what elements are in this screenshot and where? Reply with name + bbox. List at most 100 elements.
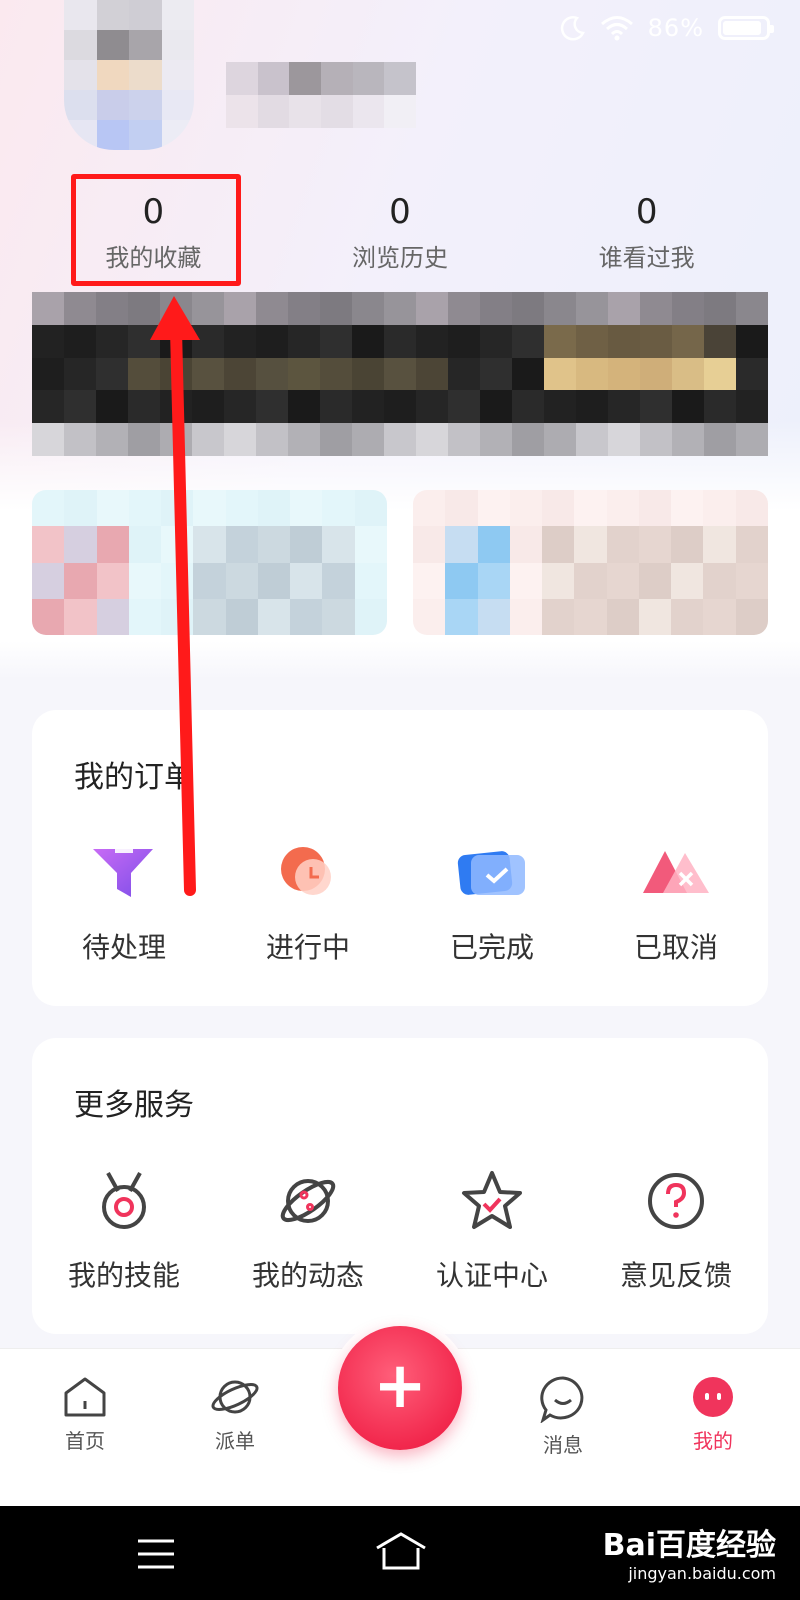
service-verification[interactable]: 认证中心 bbox=[400, 1166, 584, 1294]
tab-dispatch[interactable]: 派单 bbox=[185, 1375, 285, 1454]
mosaic-pixel bbox=[416, 423, 448, 456]
mosaic-pixel bbox=[96, 423, 128, 456]
order-completed[interactable]: 已完成 bbox=[400, 838, 584, 966]
mosaic-pixel bbox=[576, 324, 608, 358]
mosaic-pixel bbox=[320, 357, 352, 391]
battery-icon bbox=[718, 16, 774, 40]
order-cancelled[interactable]: 已取消 bbox=[584, 838, 768, 966]
mosaic-pixel bbox=[608, 357, 640, 391]
mosaic-pixel bbox=[32, 292, 64, 325]
battery-percent: 86% bbox=[647, 14, 704, 42]
username bbox=[226, 62, 416, 128]
mosaic-pixel bbox=[544, 292, 576, 325]
service-moments[interactable]: 我的动态 bbox=[216, 1166, 400, 1294]
tab-profile[interactable]: 我的 bbox=[663, 1375, 763, 1454]
promo-banner[interactable] bbox=[32, 292, 768, 456]
mosaic-pixel bbox=[576, 292, 608, 325]
mosaic-pixel bbox=[606, 526, 639, 563]
mosaic-pixel bbox=[416, 292, 448, 325]
service-skills[interactable]: 我的技能 bbox=[32, 1166, 216, 1294]
services-title: 更多服务 bbox=[74, 1088, 194, 1123]
mosaic-pixel bbox=[477, 562, 510, 599]
mosaic-pixel bbox=[448, 357, 480, 391]
stats-row: 0 我的收藏 0 浏览历史 0 谁看过我 bbox=[30, 190, 770, 280]
mosaic-pixel bbox=[416, 324, 448, 358]
mosaic-pixel bbox=[96, 598, 129, 635]
mosaic-pixel bbox=[542, 526, 575, 563]
chat-icon bbox=[540, 1376, 584, 1423]
order-in-progress[interactable]: 进行中 bbox=[216, 838, 400, 966]
mosaic-pixel bbox=[544, 390, 576, 424]
mosaic-pixel bbox=[704, 423, 736, 456]
promo-tile-left[interactable] bbox=[32, 490, 387, 635]
mosaic-pixel bbox=[606, 562, 639, 599]
question-icon bbox=[641, 1166, 711, 1236]
mosaic-pixel bbox=[574, 526, 607, 563]
visitors-stat[interactable]: 0 谁看过我 bbox=[562, 190, 732, 280]
mosaic-pixel bbox=[672, 292, 704, 325]
mosaic-pixel bbox=[608, 292, 640, 325]
visitors-count: 0 bbox=[635, 192, 658, 232]
mosaic-pixel bbox=[640, 357, 672, 391]
service-feedback[interactable]: 意见反馈 bbox=[584, 1166, 768, 1294]
mosaic-pixel bbox=[480, 390, 512, 424]
mosaic-pixel bbox=[128, 390, 160, 424]
history-stat[interactable]: 0 浏览历史 bbox=[315, 190, 485, 280]
mosaic-pixel bbox=[64, 324, 96, 358]
mosaic-pixel bbox=[192, 292, 224, 325]
mosaic-pixel bbox=[413, 598, 446, 635]
mosaic-pixel bbox=[320, 324, 352, 358]
mosaic-pixel bbox=[96, 562, 129, 599]
mosaic-pixel bbox=[671, 562, 704, 599]
mosaic-pixel bbox=[354, 526, 387, 563]
favorites-count: 0 bbox=[142, 192, 165, 232]
avatar[interactable] bbox=[64, 0, 194, 150]
mosaic-pixel bbox=[256, 357, 288, 391]
mosaic-pixel bbox=[160, 357, 192, 391]
favorites-stat[interactable]: 0 我的收藏 bbox=[68, 190, 238, 280]
tab-messages-label: 消息 bbox=[543, 1433, 583, 1457]
mosaic-pixel bbox=[192, 423, 224, 456]
mosaic-pixel bbox=[574, 490, 607, 527]
mosaic-pixel bbox=[224, 357, 256, 391]
mosaic-pixel bbox=[448, 390, 480, 424]
mosaic-pixel bbox=[64, 526, 97, 563]
mosaic-pixel bbox=[64, 423, 96, 456]
mosaic-pixel bbox=[256, 324, 288, 358]
mosaic-pixel bbox=[640, 423, 672, 456]
mosaic-pixel bbox=[672, 357, 704, 391]
mosaic-pixel bbox=[735, 490, 768, 527]
tab-home[interactable]: 首页 bbox=[35, 1375, 135, 1454]
menu-icon[interactable] bbox=[136, 1536, 176, 1572]
order-pending[interactable]: 待处理 bbox=[32, 838, 216, 966]
mosaic-pixel bbox=[671, 598, 704, 635]
orders-card: 我的订单 待处理 进行中 已完成 已取消 bbox=[32, 710, 768, 1006]
order-cancelled-label: 已取消 bbox=[633, 931, 718, 964]
mosaic-pixel bbox=[322, 490, 355, 527]
mosaic-pixel bbox=[32, 490, 65, 527]
home-icon bbox=[64, 1377, 106, 1417]
mosaic-pixel bbox=[477, 490, 510, 527]
promo-tile-right[interactable] bbox=[413, 490, 768, 635]
home-nav-icon[interactable] bbox=[374, 1530, 428, 1574]
mosaic-pixel bbox=[160, 390, 192, 424]
mosaic-pixel bbox=[64, 490, 97, 527]
mosaic-pixel bbox=[32, 390, 64, 424]
mosaic-pixel bbox=[384, 324, 416, 358]
check-card-icon bbox=[457, 838, 527, 908]
tab-messages[interactable]: 消息 bbox=[513, 1375, 613, 1458]
mosaic-pixel bbox=[224, 324, 256, 358]
mosaic-pixel bbox=[736, 423, 768, 456]
mosaic-pixel bbox=[671, 490, 704, 527]
mosaic-pixel bbox=[672, 423, 704, 456]
mosaic-pixel bbox=[64, 292, 96, 325]
mosaic-pixel bbox=[413, 526, 446, 563]
tab-profile-label: 我的 bbox=[693, 1429, 733, 1453]
publish-button[interactable]: + bbox=[338, 1326, 462, 1450]
mosaic-pixel bbox=[128, 324, 160, 358]
order-pending-label: 待处理 bbox=[81, 931, 166, 964]
mosaic-pixel bbox=[704, 324, 736, 358]
mosaic-pixel bbox=[384, 423, 416, 456]
mosaic-pixel bbox=[480, 357, 512, 391]
mosaic-pixel bbox=[193, 598, 226, 635]
